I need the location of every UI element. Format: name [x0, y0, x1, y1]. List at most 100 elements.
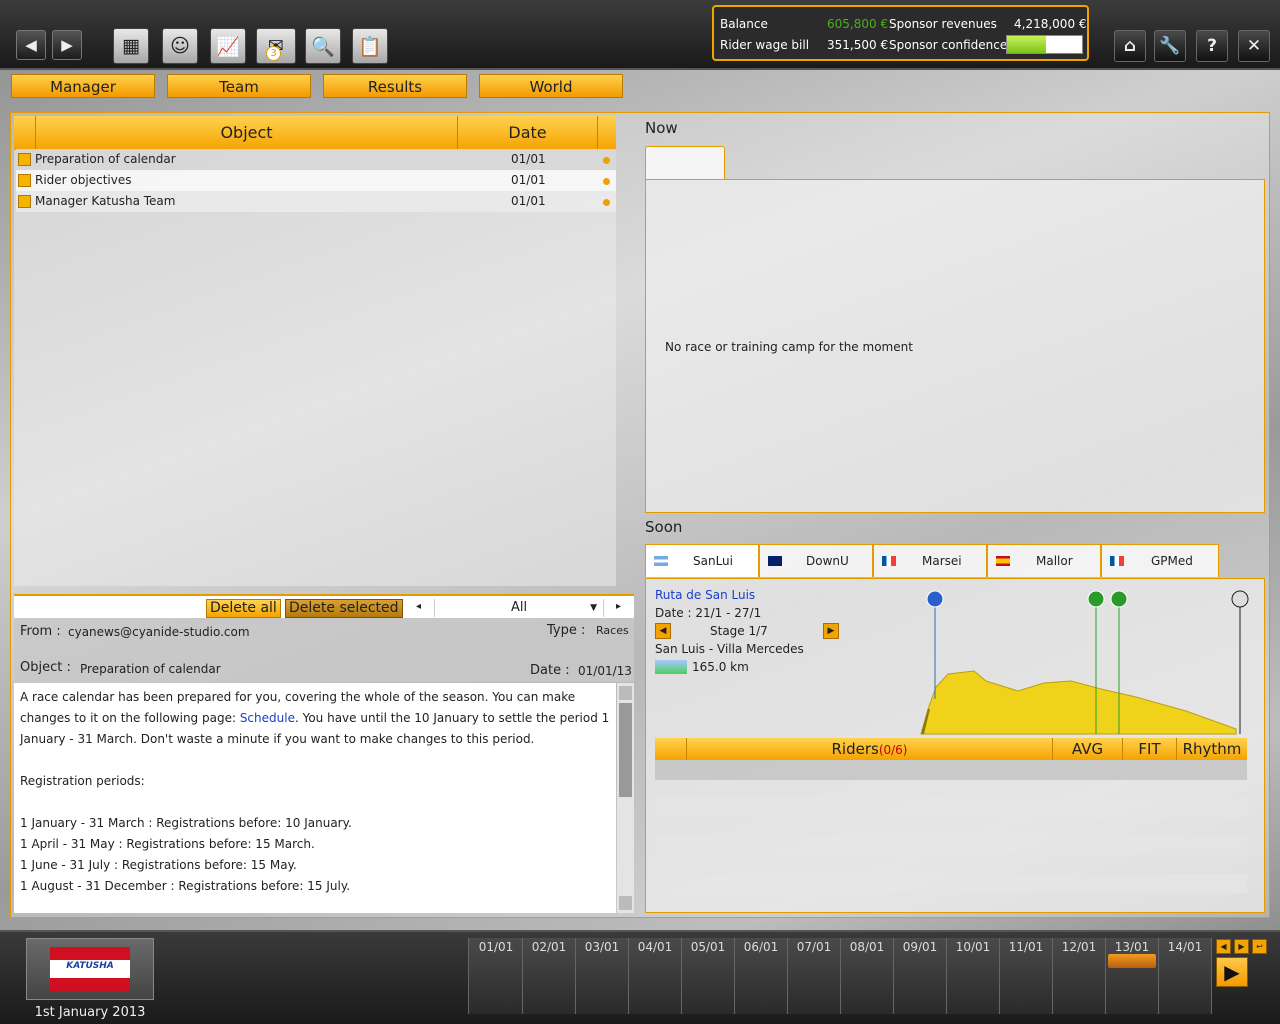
avg-column-header[interactable]: AVG	[1053, 738, 1123, 760]
timeline-day[interactable]: 13/01	[1106, 938, 1159, 1014]
tab-manager[interactable]: Manager	[11, 74, 155, 98]
stage-label: Stage 1/7	[710, 624, 768, 638]
arrow-right-icon: ▶	[1238, 942, 1245, 951]
timeline-day[interactable]: 14/01	[1159, 938, 1212, 1014]
back-button[interactable]: ◀	[16, 30, 46, 60]
scroll-down-icon[interactable]	[619, 896, 632, 910]
filter-next-arrow-icon[interactable]: ▸	[616, 601, 621, 612]
unread-marker-icon	[18, 153, 31, 166]
unread-marker-icon	[18, 174, 31, 187]
registration-heading: Registration periods:	[20, 774, 145, 788]
stage-next-button[interactable]: ▶	[823, 623, 839, 639]
notes-button[interactable]: 📋	[352, 28, 388, 64]
message-date: 01/01	[511, 194, 546, 208]
race-tab-label: Marsei	[922, 554, 962, 568]
options-button[interactable]: 🔧	[1154, 30, 1186, 62]
soon-panel: Ruta de San Luis Date : 21/1 - 27/1 ◀ St…	[645, 578, 1265, 913]
race-tab-marsei[interactable]: Marsei	[873, 544, 987, 577]
statistics-button[interactable]: 📈	[210, 28, 246, 64]
riders-label: Riders	[831, 740, 879, 758]
rider-row[interactable]	[655, 798, 1247, 817]
from-value: cyanews@cyanide-studio.com	[68, 625, 250, 639]
rider-row[interactable]	[655, 760, 1247, 780]
wage-value: 351,500 €	[827, 38, 889, 52]
timeline-event-marker[interactable]	[1108, 954, 1156, 968]
timeline-day[interactable]: 04/01	[629, 938, 682, 1014]
message-list: Object Date Preparation of calendar 01/0…	[14, 116, 616, 586]
timeline-today-button[interactable]: ↩	[1252, 939, 1267, 954]
search-button[interactable]: 🔍	[305, 28, 341, 64]
message-scrollbar[interactable]	[617, 683, 634, 913]
timeline-day[interactable]: 12/01	[1053, 938, 1106, 1014]
forward-button[interactable]: ▶	[52, 30, 82, 60]
timeline-day[interactable]: 03/01	[576, 938, 629, 1014]
date-label: Date :	[530, 663, 570, 678]
message-row[interactable]: Preparation of calendar 01/01	[16, 149, 616, 170]
race-tab-mallor[interactable]: Mallor	[987, 544, 1101, 577]
timeline-day[interactable]: 02/01	[523, 938, 576, 1014]
scroll-thumb[interactable]	[619, 703, 632, 797]
timeline-day[interactable]: 06/01	[735, 938, 788, 1014]
scroll-column-header	[598, 116, 616, 150]
mail-count-badge: 3	[266, 46, 281, 61]
message-date: 01/01	[511, 173, 546, 187]
message-row[interactable]: Manager Katusha Team 01/01	[16, 191, 616, 212]
help-button[interactable]: ?	[1196, 30, 1228, 62]
race-tab-sanlui[interactable]: SanLui	[645, 544, 759, 577]
message-object: Preparation of calendar	[35, 152, 176, 166]
france-flag-icon	[1110, 556, 1124, 566]
stage-distance: 165.0 km	[692, 660, 749, 674]
scroll-up-icon[interactable]	[619, 686, 632, 700]
sprint-icon	[1110, 590, 1128, 608]
sponsor-revenues-label: Sponsor revenues	[889, 17, 997, 31]
filter-select[interactable]: All ▼	[434, 599, 604, 617]
calendar-button[interactable]: ▦	[113, 28, 149, 64]
close-button[interactable]: ✕	[1238, 30, 1270, 62]
timeline-day[interactable]: 01/01	[470, 938, 523, 1014]
delete-all-button[interactable]: Delete all	[206, 599, 281, 618]
race-tab-downu[interactable]: DownU	[759, 544, 873, 577]
delete-selected-button[interactable]: Delete selected	[285, 599, 403, 618]
team-logo-text: KATUSHA	[66, 961, 114, 971]
filter-prev-arrow-icon[interactable]: ◂	[416, 601, 421, 612]
fit-column-header[interactable]: FIT	[1123, 738, 1177, 760]
timeline-day[interactable]: 11/01	[1000, 938, 1053, 1014]
wage-label: Rider wage bill	[720, 38, 810, 52]
rhythm-column-header[interactable]: Rhythm	[1177, 738, 1247, 760]
race-tab-gpmed[interactable]: GPMed	[1101, 544, 1219, 577]
object-column-header[interactable]: Object	[36, 116, 458, 150]
message-row[interactable]: Rider objectives 01/01	[16, 170, 616, 191]
status-dot-icon	[603, 199, 610, 206]
race-name-link[interactable]: Ruta de San Luis	[655, 588, 755, 602]
riders-column-header[interactable]: Riders(0/6)	[687, 738, 1053, 760]
tab-world[interactable]: World	[479, 74, 623, 98]
timeline-prev-button[interactable]: ◀	[1216, 939, 1231, 954]
timeline-day[interactable]: 10/01	[947, 938, 1000, 1014]
now-panel: No race or training camp for the moment	[645, 179, 1265, 513]
rider-row[interactable]	[655, 836, 1247, 855]
message-header: From : cyanews@cyanide-studio.com Type :…	[14, 618, 634, 682]
timeline-next-button[interactable]: ▶	[1234, 939, 1249, 954]
tab-results[interactable]: Results	[323, 74, 467, 98]
timeline-day[interactable]: 08/01	[841, 938, 894, 1014]
team-logo-button[interactable]: KATUSHA	[26, 938, 154, 1000]
calendar-icon: ▦	[122, 35, 140, 57]
schedule-link[interactable]: Schedule	[240, 711, 295, 725]
timeline-day[interactable]: 09/01	[894, 938, 947, 1014]
riders-button[interactable]: ☺	[162, 28, 198, 64]
stage-prev-button[interactable]: ◀	[655, 623, 671, 639]
type-value: Races	[596, 624, 629, 637]
mail-button[interactable]: ✉ 3	[256, 28, 296, 64]
team-logo: KATUSHA	[50, 947, 130, 991]
date-column-header[interactable]: Date	[458, 116, 598, 150]
australia-flag-icon	[768, 556, 782, 566]
now-tab[interactable]	[645, 146, 725, 180]
home-button[interactable]: ⌂	[1114, 30, 1146, 62]
finance-panel: Balance 605,800 € Sponsor revenues 4,218…	[712, 5, 1089, 61]
timeline-day[interactable]: 05/01	[682, 938, 735, 1014]
rider-row[interactable]	[655, 874, 1247, 893]
tab-team[interactable]: Team	[167, 74, 311, 98]
continue-play-button[interactable]: ▶	[1216, 957, 1248, 987]
arrow-left-icon: ◀	[1220, 942, 1227, 951]
timeline-day[interactable]: 07/01	[788, 938, 841, 1014]
